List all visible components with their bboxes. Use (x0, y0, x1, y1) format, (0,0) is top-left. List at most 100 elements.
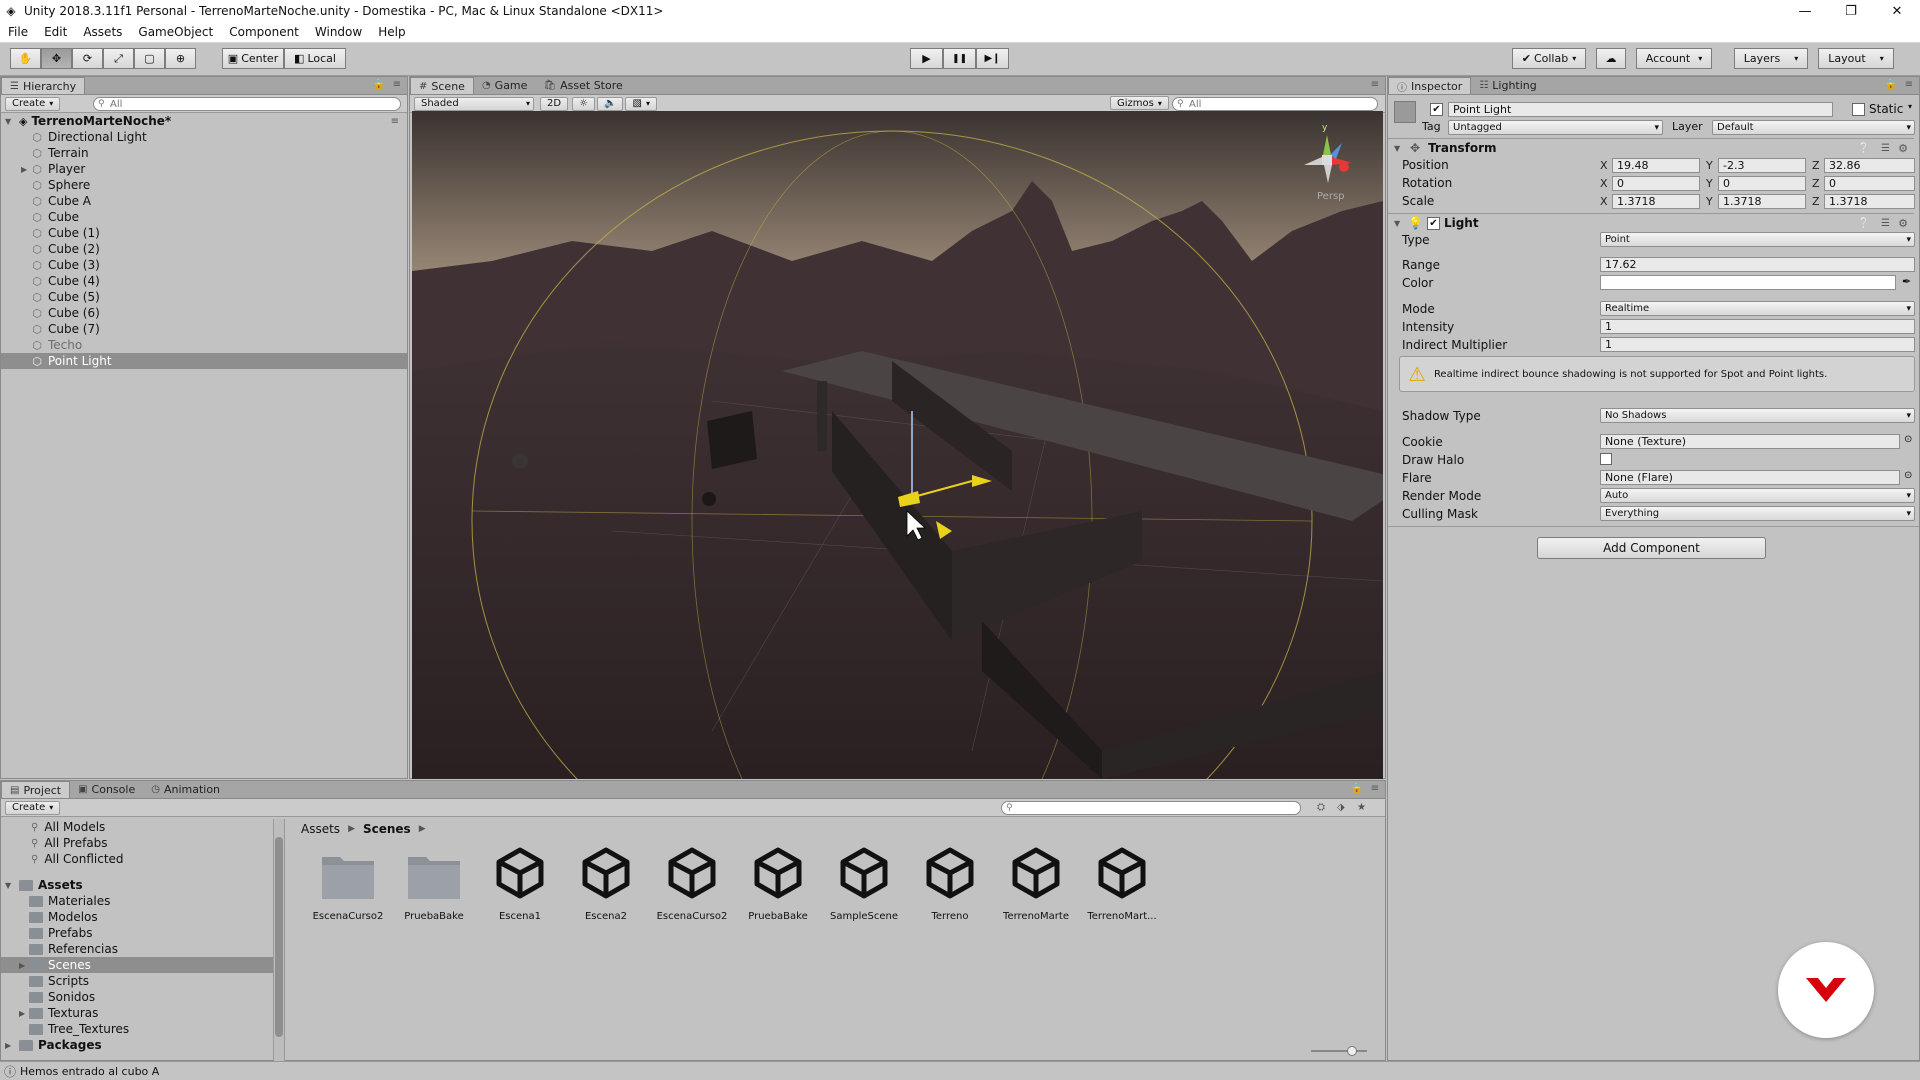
player-object[interactable] (702, 492, 716, 506)
hierarchy-item[interactable]: ⬡ Cube (5) (1, 289, 407, 305)
menu-edit[interactable]: Edit (36, 25, 75, 39)
intensity-input[interactable]: 1 (1600, 319, 1915, 334)
rotation-y-input[interactable]: 0 (1718, 176, 1806, 191)
folder-asset[interactable]: EscenaCurso2 (308, 843, 388, 922)
panel-menu-icon[interactable]: ≡ (1905, 79, 1913, 90)
hierarchy-item[interactable]: ⬡ Cube (2) (1, 241, 407, 257)
folder-item[interactable]: Materiales (1, 893, 284, 909)
hierarchy-item[interactable]: ⬡ Cube A (1, 193, 407, 209)
scene-menu-icon[interactable]: ≡ (391, 116, 399, 127)
pivot-center-button[interactable]: ▣ Center (222, 48, 284, 69)
transform-tool-button[interactable]: ⊕ (165, 48, 196, 69)
axis-label[interactable]: X (1600, 177, 1608, 190)
tab-project[interactable]: ▤ Project (1, 781, 71, 798)
active-checkbox[interactable]: ✔ (1430, 103, 1443, 116)
scene-render[interactable] (412, 111, 1383, 779)
rotate-tool-button[interactable]: ⟳ (72, 48, 103, 69)
axis-label[interactable]: Y (1706, 159, 1713, 172)
eyedropper-icon[interactable]: ✒ (1902, 275, 1911, 288)
gizmos-dropdown[interactable]: Gizmos ▾ (1110, 96, 1169, 110)
indirect-multiplier-input[interactable]: 1 (1600, 337, 1915, 352)
scene-root[interactable]: ▼ ◈ TerrenoMarteNoche* ≡ (1, 113, 407, 129)
expand-arrow-icon[interactable]: ▼ (1394, 144, 1404, 153)
static-checkbox[interactable] (1852, 103, 1865, 116)
scene-orientation-gizmo[interactable]: y Persp (1292, 123, 1362, 205)
scrollbar-thumb[interactable] (275, 837, 283, 1037)
scale-x-input[interactable]: 1.3718 (1612, 194, 1700, 209)
step-button[interactable]: ▶❙ (976, 48, 1009, 69)
render-mode-dropdown[interactable]: Auto (1600, 488, 1915, 503)
create-dropdown[interactable]: Create ▾ (5, 800, 61, 815)
tab-inspector[interactable]: ⓘ Inspector (1388, 77, 1472, 94)
hierarchy-item[interactable]: ⬡ Techo (1, 337, 407, 353)
hierarchy-item[interactable]: ⬡ Cube (6) (1, 305, 407, 321)
menu-assets[interactable]: Assets (75, 25, 130, 39)
axis-label[interactable]: Y (1706, 177, 1713, 190)
favorite-item[interactable]: ⚲ All Conflicted (1, 851, 284, 867)
scene-asset[interactable]: SampleScene (824, 843, 904, 922)
filter-label-icon[interactable]: ⬗ (1337, 802, 1345, 813)
tab-asset-store[interactable]: 🛍 Asset Store (535, 77, 630, 94)
folder-item[interactable]: Modelos (1, 909, 284, 925)
zoom-slider-thumb[interactable] (1347, 1046, 1357, 1056)
restore-button[interactable]: ❐ (1828, 0, 1874, 22)
folder-item[interactable]: Scripts (1, 973, 284, 989)
minimize-button[interactable]: — (1782, 0, 1828, 22)
panel-menu-icon[interactable]: ≡ (1371, 783, 1379, 794)
filter-type-icon[interactable]: ⛭ (1317, 802, 1325, 813)
tab-scene[interactable]: # Scene (410, 77, 474, 94)
scene-asset[interactable]: PruebaBake (738, 843, 818, 922)
scale-y-input[interactable]: 1.3718 (1718, 194, 1806, 209)
assets-root[interactable]: ▼ Assets (1, 877, 284, 893)
hierarchy-item[interactable]: ⬡ Cube (4) (1, 273, 407, 289)
expand-arrow-icon[interactable]: ▶ (19, 961, 29, 970)
axis-label[interactable]: Y (1706, 195, 1713, 208)
chevron-down-icon[interactable]: ▾ (1908, 102, 1912, 111)
tab-animation[interactable]: ◷ Animation (143, 781, 228, 798)
sphere-object[interactable] (512, 453, 528, 469)
expand-arrow-icon[interactable]: ▼ (5, 881, 15, 890)
hierarchy-item[interactable]: ⬡ Cube (7) (1, 321, 407, 337)
scene-asset[interactable]: Terreno (910, 843, 990, 922)
hierarchy-item[interactable]: ⬡ Cube (1) (1, 225, 407, 241)
scale-tool-button[interactable]: ⤢ (103, 48, 134, 69)
layout-dropdown[interactable]: Layout ▾ (1818, 48, 1894, 69)
cloud-button[interactable]: ☁ (1596, 48, 1626, 69)
flare-field[interactable]: None (Flare) (1600, 470, 1900, 485)
light-header[interactable]: ▼ 💡 ✔ Light ❔ ☰ ⚙ (1388, 213, 1914, 232)
panel-menu-icon[interactable]: ≡ (393, 79, 401, 90)
tab-game[interactable]: ◔ Game (474, 77, 535, 94)
light-type-dropdown[interactable]: Point (1600, 232, 1915, 247)
gear-icon[interactable]: ⚙ (1898, 217, 1908, 230)
light-enabled-checkbox[interactable]: ✔ (1426, 216, 1440, 230)
menu-file[interactable]: File (0, 25, 36, 39)
axis-label[interactable]: Z (1812, 195, 1820, 208)
folder-item[interactable]: ▶ Scenes (1, 957, 284, 973)
folder-item[interactable]: Referencias (1, 941, 284, 957)
folder-item[interactable]: ▶ Texturas (1, 1005, 284, 1021)
scene-viewport[interactable]: y Persp (412, 111, 1383, 779)
hierarchy-item[interactable]: ⬡ Cube (3) (1, 257, 407, 273)
pause-button[interactable]: ❚❚ (943, 48, 976, 69)
folder-asset[interactable]: PruebaBake (394, 843, 474, 922)
transform-header[interactable]: ▼ ✥ Transform ❔ ☰ ⚙ (1388, 138, 1914, 157)
folder-item[interactable]: Sonidos (1, 989, 284, 1005)
hierarchy-search-input[interactable]: ⚲ All (93, 97, 401, 111)
position-y-input[interactable]: -2.3 (1718, 158, 1806, 173)
shadow-type-dropdown[interactable]: No Shadows (1600, 408, 1915, 423)
expand-arrow-icon[interactable]: ▼ (5, 117, 15, 126)
tab-hierarchy[interactable]: ☰ Hierarchy (1, 77, 86, 94)
zoom-slider[interactable] (1311, 1046, 1367, 1056)
collab-button[interactable]: ✔ Collab ▾ (1512, 48, 1586, 69)
project-search-input[interactable]: ⚲ (1001, 801, 1301, 815)
draw-halo-checkbox[interactable] (1600, 453, 1612, 465)
status-message[interactable]: Hemos entrado al cubo A (20, 1065, 159, 1078)
culling-mask-dropdown[interactable]: Everything (1600, 506, 1915, 521)
toggle-lighting-button[interactable]: ☼ (572, 96, 596, 111)
cube-object[interactable] (707, 411, 757, 469)
hierarchy-item[interactable]: ⬡ Terrain (1, 145, 407, 161)
scale-z-input[interactable]: 1.3718 (1824, 194, 1915, 209)
favorite-item[interactable]: ⚲ All Models (1, 819, 284, 835)
collapse-arrow-icon[interactable]: ▶ (5, 1041, 15, 1050)
object-picker-icon[interactable]: ⊙ (1904, 434, 1912, 445)
